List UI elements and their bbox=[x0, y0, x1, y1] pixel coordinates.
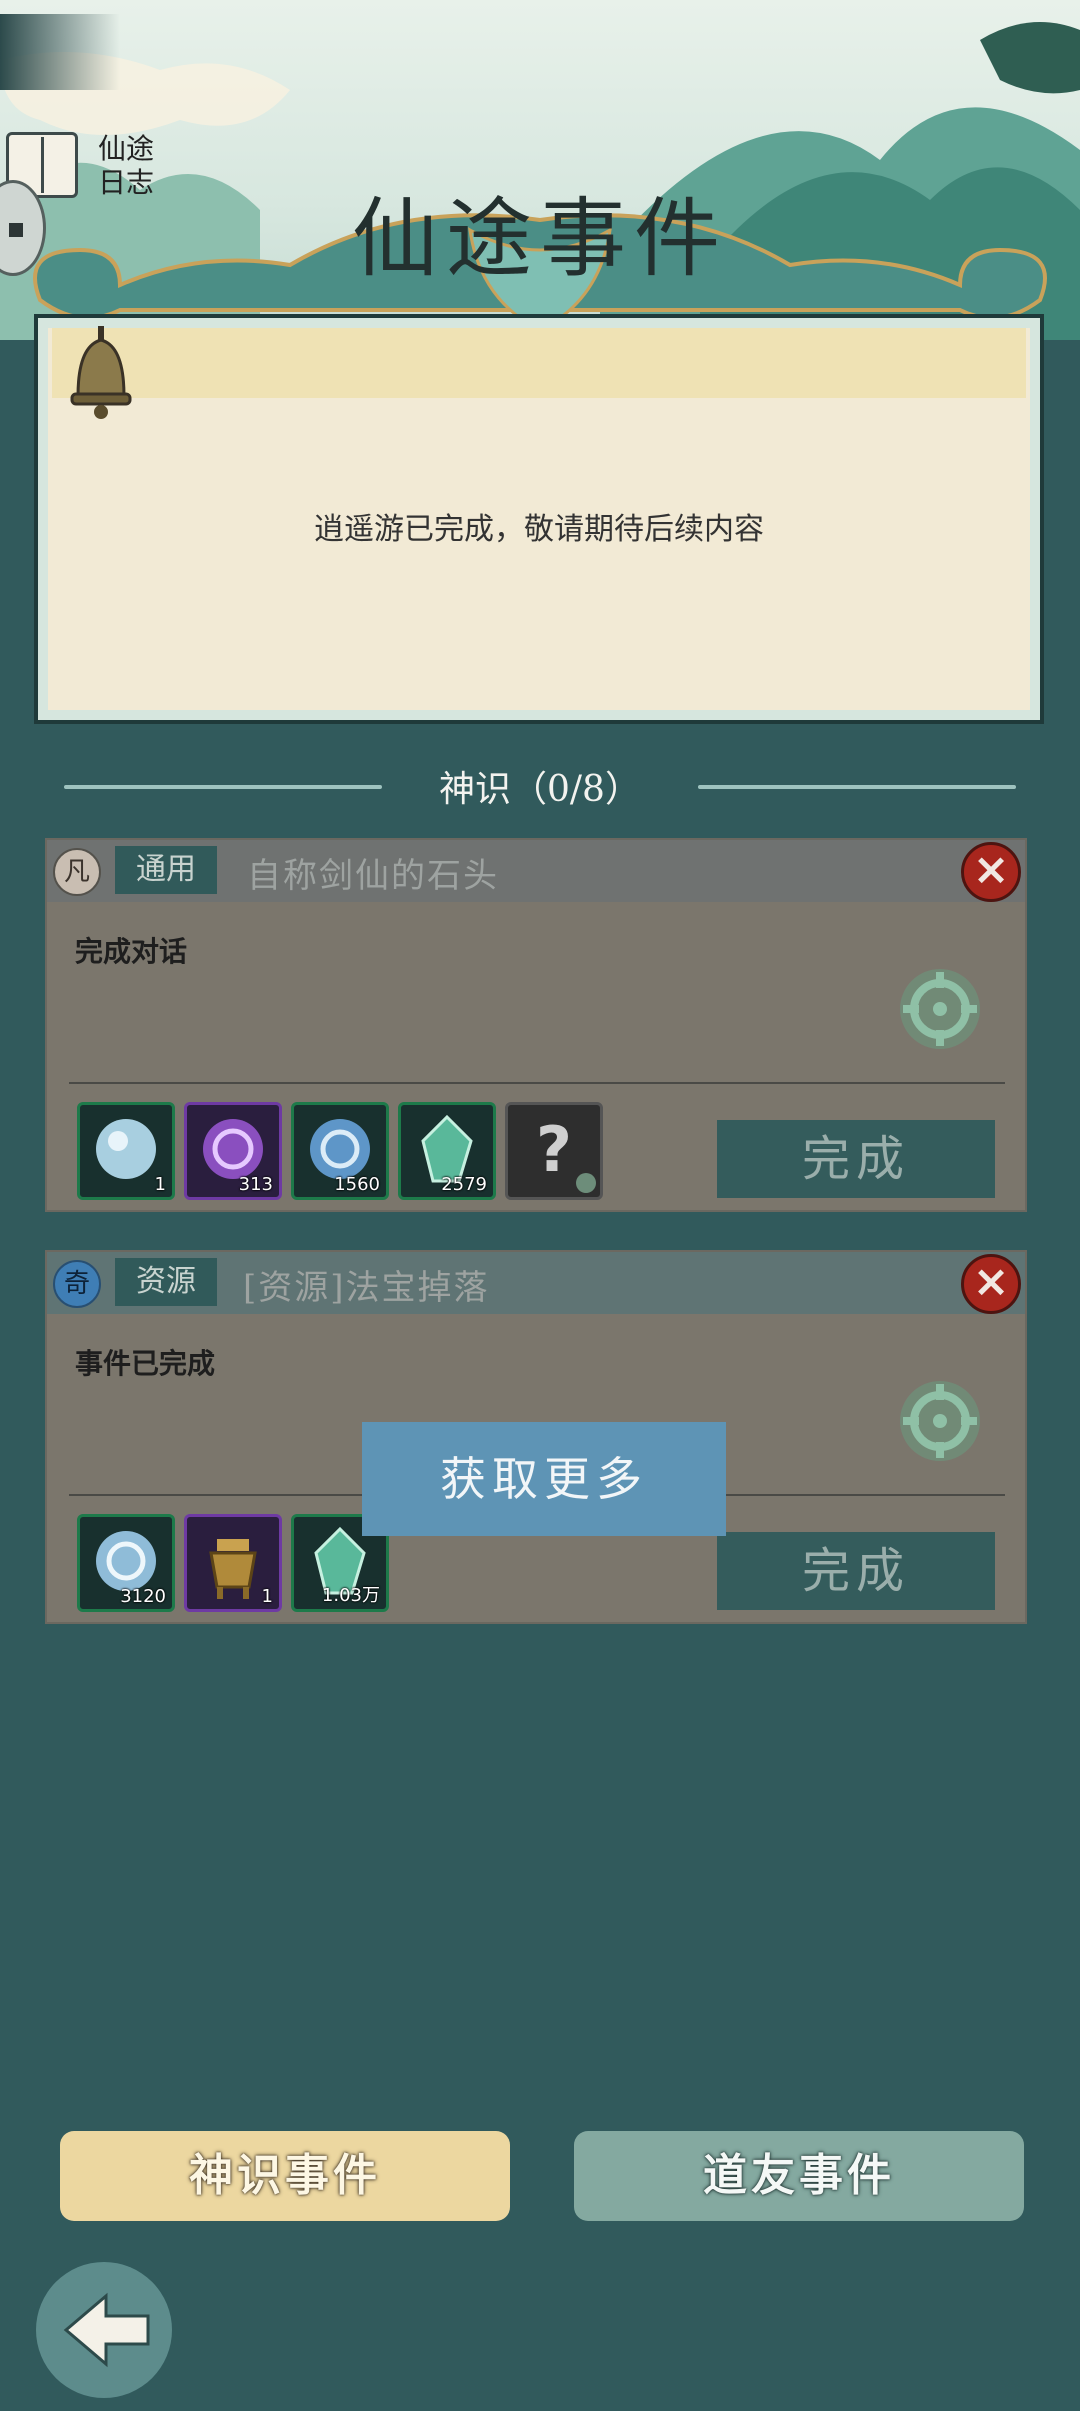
rank-badge: 奇 bbox=[53, 1260, 101, 1308]
item-quantity: 1 bbox=[261, 1586, 273, 1607]
event-description: 完成对话 bbox=[75, 935, 188, 968]
locate-target-icon[interactable] bbox=[895, 1376, 985, 1466]
purple-swirl-icon[interactable]: 313 bbox=[184, 1102, 282, 1200]
journal-label: 仙途日志 bbox=[98, 132, 155, 199]
event-tag: 通用 bbox=[115, 846, 217, 894]
section-divider-left bbox=[64, 785, 382, 789]
event-name: 自称剑仙的石头 bbox=[247, 856, 499, 896]
event-description: 事件已完成 bbox=[75, 1347, 216, 1380]
item-quantity: 1.03万 bbox=[321, 1585, 380, 1606]
section-header: 神识（0/8） bbox=[0, 760, 1080, 810]
item-quantity: 1560 bbox=[334, 1174, 380, 1195]
green-crystal-icon[interactable]: 2579 bbox=[398, 1102, 496, 1200]
page-title: 仙途事件 bbox=[352, 189, 728, 289]
complete-button[interactable]: 完成 bbox=[717, 1532, 995, 1610]
close-icon[interactable]: × bbox=[961, 1254, 1021, 1314]
item-quantity: 2579 bbox=[441, 1174, 487, 1195]
bronze-cauldron-icon[interactable]: 1 bbox=[184, 1514, 282, 1612]
mystery-item-icon[interactable]: ? bbox=[505, 1102, 603, 1200]
tab-shenshi-events[interactable]: 神识事件 bbox=[60, 2131, 510, 2221]
header-scenery: 仙途日志 仙途事件 bbox=[0, 0, 1080, 340]
notice-board: 逍遥游已完成，敬请期待后续内容 bbox=[34, 314, 1044, 724]
event-card: 凡 通用 自称剑仙的石头 × 完成对话 1 313 1560 2579 ? 完成 bbox=[45, 838, 1027, 1212]
event-card-header: 奇 资源 [资源]法宝掉落 × bbox=[47, 1252, 1025, 1314]
arrow-left-icon bbox=[63, 2292, 150, 2368]
complete-button[interactable]: 完成 bbox=[717, 1120, 995, 1198]
section-divider-right bbox=[698, 785, 1016, 789]
item-quantity: 3120 bbox=[120, 1586, 166, 1607]
card-divider bbox=[69, 1082, 1005, 1084]
section-label: 神识（0/8） bbox=[439, 769, 641, 810]
notice-text: 逍遥游已完成，敬请期待后续内容 bbox=[314, 512, 764, 547]
close-icon[interactable]: × bbox=[961, 842, 1021, 902]
blue-swirl-icon[interactable]: 3120 bbox=[77, 1514, 175, 1612]
back-button[interactable] bbox=[36, 2262, 172, 2398]
blue-swirl-icon[interactable]: 1560 bbox=[291, 1102, 389, 1200]
top-status-bar bbox=[0, 14, 120, 90]
rank-badge: 凡 bbox=[53, 848, 101, 896]
svg-text:?: ? bbox=[536, 1113, 572, 1186]
board-header-strip bbox=[52, 328, 1026, 398]
blue-orb-icon[interactable]: 1 bbox=[77, 1102, 175, 1200]
item-quantity: 313 bbox=[238, 1174, 273, 1195]
event-name: [资源]法宝掉落 bbox=[243, 1268, 490, 1308]
locate-target-icon[interactable] bbox=[895, 964, 985, 1054]
tab-daoyou-events[interactable]: 道友事件 bbox=[574, 2131, 1024, 2221]
get-more-toast[interactable]: 获取更多 bbox=[362, 1422, 726, 1536]
event-tag: 资源 bbox=[115, 1258, 217, 1306]
event-card-header: 凡 通用 自称剑仙的石头 × bbox=[47, 840, 1025, 902]
item-quantity: 1 bbox=[154, 1174, 166, 1195]
bell-icon bbox=[70, 326, 132, 419]
